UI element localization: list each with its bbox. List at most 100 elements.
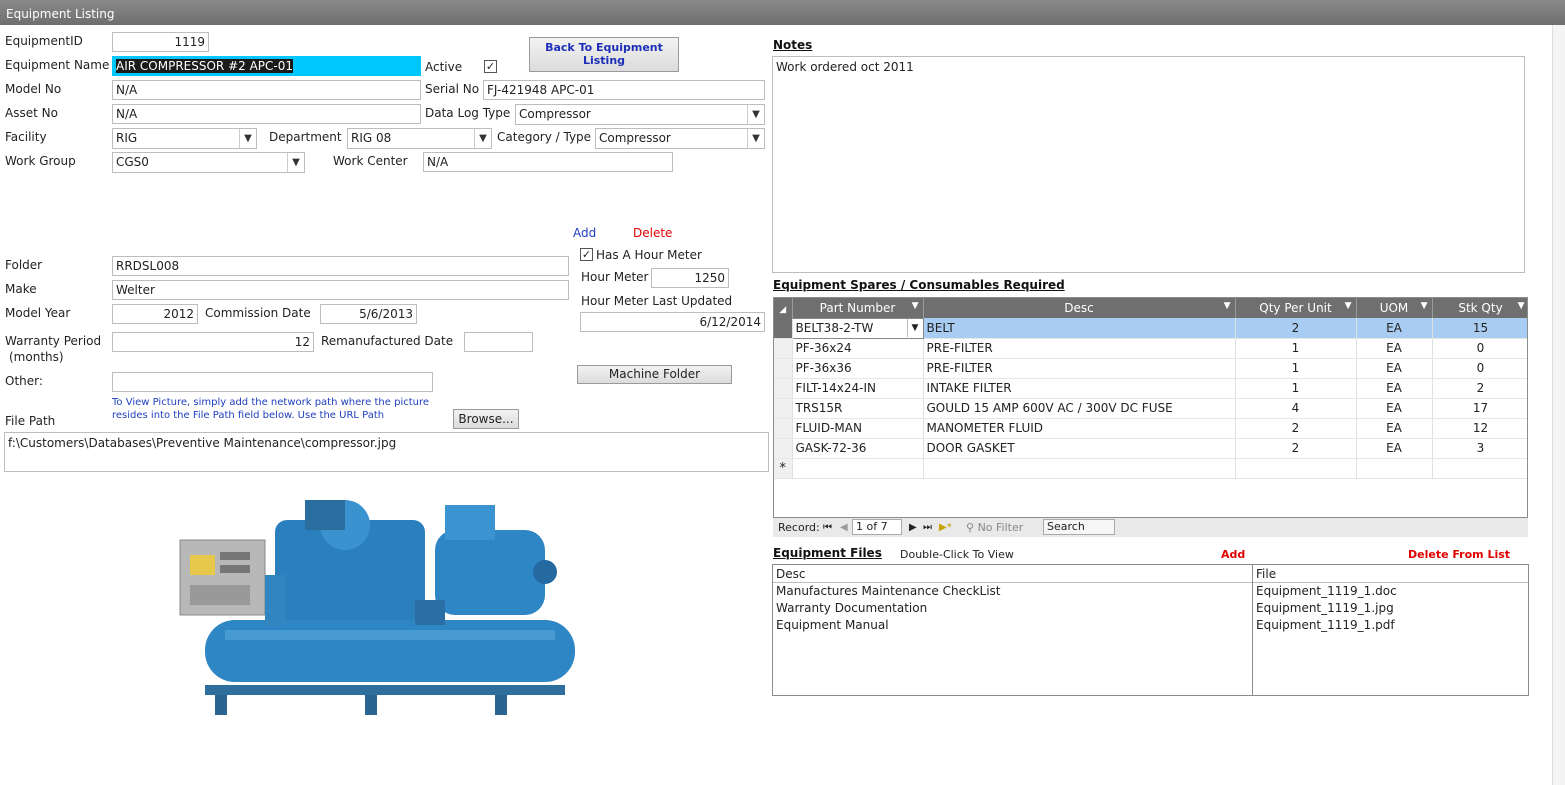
browse-button[interactable]: Browse... (453, 409, 519, 429)
chevron-down-icon[interactable]: ▼ (906, 319, 923, 337)
cell-uom[interactable]: EA (1356, 398, 1433, 419)
list-item[interactable]: Warranty Documentation (773, 600, 1252, 617)
col-header-qty-per-unit[interactable]: Qty Per Unit ▼ (1235, 298, 1357, 318)
filter-arrow-icon[interactable]: ▼ (912, 301, 919, 311)
hour-meter-updated-field[interactable]: 6/12/2014 (580, 312, 765, 332)
cell-qty[interactable]: 1 (1235, 338, 1357, 359)
asset-no-field[interactable]: N/A (112, 104, 421, 124)
cell-uom[interactable]: EA (1356, 338, 1433, 359)
department-select[interactable]: RIG 08 ▼ (347, 128, 492, 149)
row-selector[interactable] (774, 398, 793, 419)
cell-stk-qty[interactable]: 0 (1432, 358, 1527, 379)
cell-part-number[interactable]: FLUID-MAN (792, 418, 924, 439)
facility-select[interactable]: RIG ▼ (112, 128, 257, 149)
active-checkbox[interactable]: ✓ (484, 60, 497, 73)
delete-link[interactable]: Delete (633, 226, 672, 240)
filter-arrow-icon[interactable]: ▼ (1421, 301, 1428, 311)
cell-uom[interactable]: EA (1356, 318, 1433, 339)
row-selector[interactable] (774, 418, 793, 439)
list-item[interactable]: Equipment_1119_1.jpg (1253, 600, 1528, 617)
reman-date-field[interactable] (464, 332, 533, 352)
chevron-down-icon[interactable]: ▼ (287, 153, 304, 172)
equipment-name-field[interactable]: AIR COMPRESSOR #2 APC-01 (112, 56, 421, 76)
file-path-field[interactable]: f:\Customers\Databases\Preventive Mainte… (4, 432, 769, 472)
cell-qty[interactable]: 1 (1235, 378, 1357, 399)
col-header-uom[interactable]: UOM ▼ (1356, 298, 1433, 318)
files-add-link[interactable]: Add (1221, 548, 1245, 561)
col-header-stk-qty[interactable]: Stk Qty ▼ (1432, 298, 1527, 318)
cell-uom[interactable]: EA (1356, 378, 1433, 399)
cell-stk-qty[interactable]: 15 (1432, 318, 1527, 339)
chevron-down-icon[interactable]: ▼ (747, 129, 764, 148)
work-center-field[interactable]: N/A (423, 152, 673, 172)
equipment-id-field[interactable]: 1119 (112, 32, 209, 52)
cell-qty[interactable]: 2 (1235, 318, 1357, 339)
filter-arrow-icon[interactable]: ▼ (1345, 301, 1352, 311)
table-row[interactable]: GASK-72-36 DOOR GASKET 2 EA 3 (774, 438, 1527, 459)
cell-desc[interactable]: PRE-FILTER (923, 338, 1236, 359)
next-record-icon[interactable]: ▶ (909, 518, 917, 537)
row-selector[interactable] (774, 378, 793, 399)
table-row[interactable]: FILT-14x24-IN INTAKE FILTER 1 EA 2 (774, 378, 1527, 399)
model-no-field[interactable]: N/A (112, 80, 421, 100)
machine-folder-button[interactable]: Machine Folder (577, 365, 732, 384)
table-row[interactable]: FLUID-MAN MANOMETER FLUID 2 EA 12 (774, 418, 1527, 439)
col-header-part-number[interactable]: Part Number ▼ (792, 298, 924, 318)
cell-uom[interactable]: EA (1356, 418, 1433, 439)
row-selector[interactable] (774, 358, 793, 379)
serial-no-field[interactable]: FJ-421948 APC-01 (483, 80, 765, 100)
warranty-field[interactable]: 12 (112, 332, 314, 352)
row-selector[interactable] (774, 438, 793, 459)
first-record-icon[interactable]: ⏮ (823, 518, 832, 537)
filter-arrow-icon[interactable]: ▼ (1518, 301, 1525, 311)
list-item[interactable]: Manufactures Maintenance CheckList (773, 583, 1252, 600)
last-record-icon[interactable]: ⏭ (923, 518, 932, 537)
chevron-down-icon[interactable]: ▼ (474, 129, 491, 148)
table-row[interactable]: PF-36x24 PRE-FILTER 1 EA 0 (774, 338, 1527, 359)
cell-uom[interactable]: EA (1356, 358, 1433, 379)
search-input[interactable]: Search (1043, 519, 1115, 535)
cell-stk-qty[interactable]: 2 (1432, 378, 1527, 399)
filter-arrow-icon[interactable]: ▼ (1224, 301, 1231, 311)
chevron-down-icon[interactable]: ▼ (747, 105, 764, 124)
files-delete-link[interactable]: Delete From List (1408, 548, 1510, 561)
list-item[interactable]: Equipment Manual (773, 617, 1252, 634)
cell-uom[interactable]: EA (1356, 438, 1433, 459)
notes-field[interactable]: Work ordered oct 2011 (772, 56, 1525, 273)
cell-qty[interactable]: 1 (1235, 358, 1357, 379)
back-to-listing-button[interactable]: Back To Equipment Listing (529, 37, 679, 72)
cell-part-number[interactable]: PF-36x36 (792, 358, 924, 379)
cell-part-number[interactable]: PF-36x24 (792, 338, 924, 359)
add-link[interactable]: Add (573, 226, 596, 240)
cell-qty[interactable]: 2 (1235, 418, 1357, 439)
col-header-desc[interactable]: Desc ▼ (923, 298, 1236, 318)
cell-qty[interactable]: 2 (1235, 438, 1357, 459)
cell-part-number[interactable]: GASK-72-36 (792, 438, 924, 459)
cell-desc[interactable]: DOOR GASKET (923, 438, 1236, 459)
row-selector[interactable] (774, 338, 793, 359)
table-row[interactable]: PF-36x36 PRE-FILTER 1 EA 0 (774, 358, 1527, 379)
row-selector[interactable] (774, 318, 793, 339)
commission-date-field[interactable]: 5/6/2013 (320, 304, 417, 324)
cell-desc[interactable]: PRE-FILTER (923, 358, 1236, 379)
data-log-type-select[interactable]: Compressor ▼ (515, 104, 765, 125)
cell-qty[interactable]: 4 (1235, 398, 1357, 419)
hour-meter-checkbox[interactable]: ✓ (580, 248, 593, 261)
part-number-combo[interactable]: BELT38-2-TW ▼ (791, 317, 924, 339)
hour-meter-field[interactable]: 1250 (651, 268, 729, 288)
cell-desc[interactable]: BELT (923, 318, 1236, 339)
cell-part-number[interactable]: TRS15R (792, 398, 924, 419)
cell-stk-qty[interactable]: 0 (1432, 338, 1527, 359)
list-item[interactable]: Equipment_1119_1.doc (1253, 583, 1528, 600)
cell-desc[interactable]: INTAKE FILTER (923, 378, 1236, 399)
no-filter-button[interactable]: ⚲ No Filter (966, 518, 1023, 537)
list-item[interactable]: Equipment_1119_1.pdf (1253, 617, 1528, 634)
chevron-down-icon[interactable]: ▼ (239, 129, 256, 148)
cell-desc[interactable]: GOULD 15 AMP 600V AC / 300V DC FUSE (923, 398, 1236, 419)
prev-record-icon[interactable]: ◀ (840, 518, 848, 537)
new-row[interactable]: * (774, 458, 1527, 479)
model-year-field[interactable]: 2012 (112, 304, 198, 324)
cell-part-number[interactable]: FILT-14x24-IN (792, 378, 924, 399)
table-row[interactable]: BELT38-2-TW ▼ BELT 2 EA 15 (774, 317, 1527, 339)
table-row[interactable]: TRS15R GOULD 15 AMP 600V AC / 300V DC FU… (774, 398, 1527, 419)
